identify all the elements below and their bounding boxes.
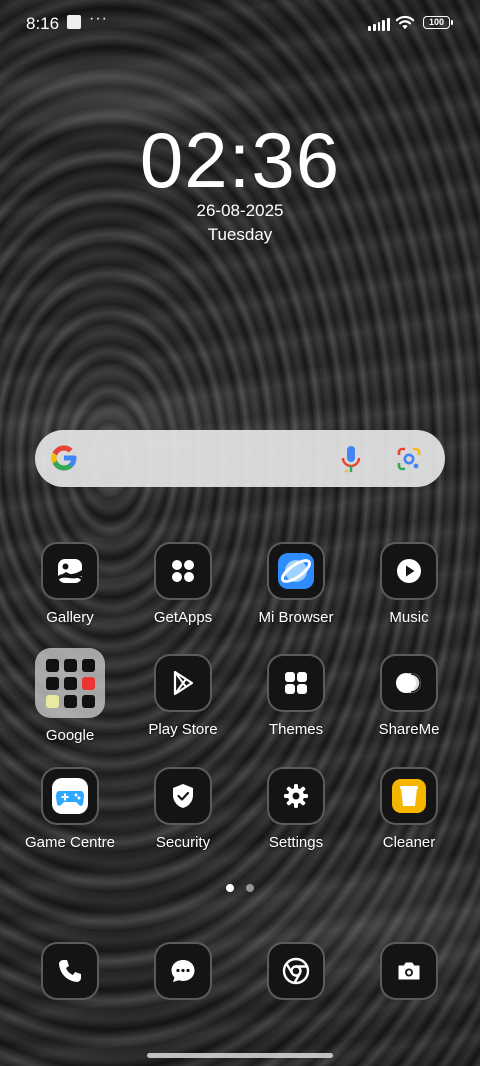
- gallery-icon: [41, 542, 99, 600]
- page-dot: [246, 884, 254, 892]
- getapps-icon: [154, 542, 212, 600]
- app-label: Themes: [268, 721, 324, 738]
- camera-icon: [398, 962, 420, 980]
- security-icon: [154, 767, 212, 825]
- app-play-store[interactable]: Play Store: [128, 654, 238, 738]
- app-label: ShareMe: [378, 721, 440, 738]
- google-lens-icon[interactable]: [395, 444, 423, 474]
- clock-date: 26-08-2025: [196, 201, 284, 220]
- app-label: Mi Browser: [258, 609, 334, 626]
- app-shareme[interactable]: ShareMe: [354, 654, 464, 738]
- app-security[interactable]: Security: [128, 767, 238, 851]
- app-google-folder[interactable]: Google: [15, 648, 125, 744]
- dock-phone[interactable]: [41, 942, 99, 1000]
- dock-chrome[interactable]: [267, 942, 325, 1000]
- app-settings[interactable]: Settings: [241, 767, 351, 851]
- app-label: Music: [389, 609, 429, 626]
- wifi-icon: [395, 15, 415, 30]
- app-music[interactable]: Music: [354, 542, 464, 626]
- app-label: Security: [155, 834, 211, 851]
- clock-weekday: Tuesday: [207, 225, 273, 244]
- app-label: Play Store: [148, 721, 218, 738]
- google-g-icon: [51, 445, 77, 471]
- mi-browser-icon: [267, 542, 325, 600]
- app-label: Settings: [268, 834, 324, 851]
- page-dot-active: [226, 884, 234, 892]
- app-mi-browser[interactable]: Mi Browser: [241, 542, 351, 626]
- phone-icon: [59, 960, 81, 982]
- shareme-icon: [380, 654, 438, 712]
- app-label: GetApps: [153, 609, 213, 626]
- play-store-icon: [154, 654, 212, 712]
- themes-icon: [267, 654, 325, 712]
- status-bar: 8:16 ··· 100: [0, 0, 480, 46]
- microphone-icon[interactable]: [337, 444, 365, 474]
- app-gallery[interactable]: Gallery: [15, 542, 125, 626]
- dock-messages[interactable]: [154, 942, 212, 1000]
- chrome-icon: [282, 957, 310, 985]
- app-themes[interactable]: Themes: [241, 654, 351, 738]
- messages-icon: [171, 960, 195, 982]
- notification-square-icon: [67, 15, 81, 29]
- app-label: Google: [45, 727, 95, 744]
- google-search-bar[interactable]: [35, 430, 445, 487]
- battery-icon: 100: [423, 16, 453, 29]
- signal-icon: [368, 16, 390, 31]
- google-folder-icon: [35, 648, 105, 718]
- dock-camera[interactable]: [380, 942, 438, 1000]
- status-time: 8:16: [26, 14, 60, 33]
- more-notifications-icon: ···: [89, 10, 108, 27]
- app-cleaner[interactable]: Cleaner: [354, 767, 464, 851]
- app-label: Cleaner: [382, 834, 436, 851]
- clock-time[interactable]: 02:36: [0, 115, 480, 206]
- app-getapps[interactable]: GetApps: [128, 542, 238, 626]
- settings-icon: [267, 767, 325, 825]
- home-indicator[interactable]: [147, 1053, 333, 1058]
- page-indicator: [0, 884, 480, 892]
- cleaner-icon: [380, 767, 438, 825]
- game-centre-icon: [41, 767, 99, 825]
- app-game-centre[interactable]: Game Centre: [15, 767, 125, 851]
- app-label: Gallery: [46, 609, 94, 626]
- music-icon: [380, 542, 438, 600]
- app-label: Game Centre: [24, 834, 116, 851]
